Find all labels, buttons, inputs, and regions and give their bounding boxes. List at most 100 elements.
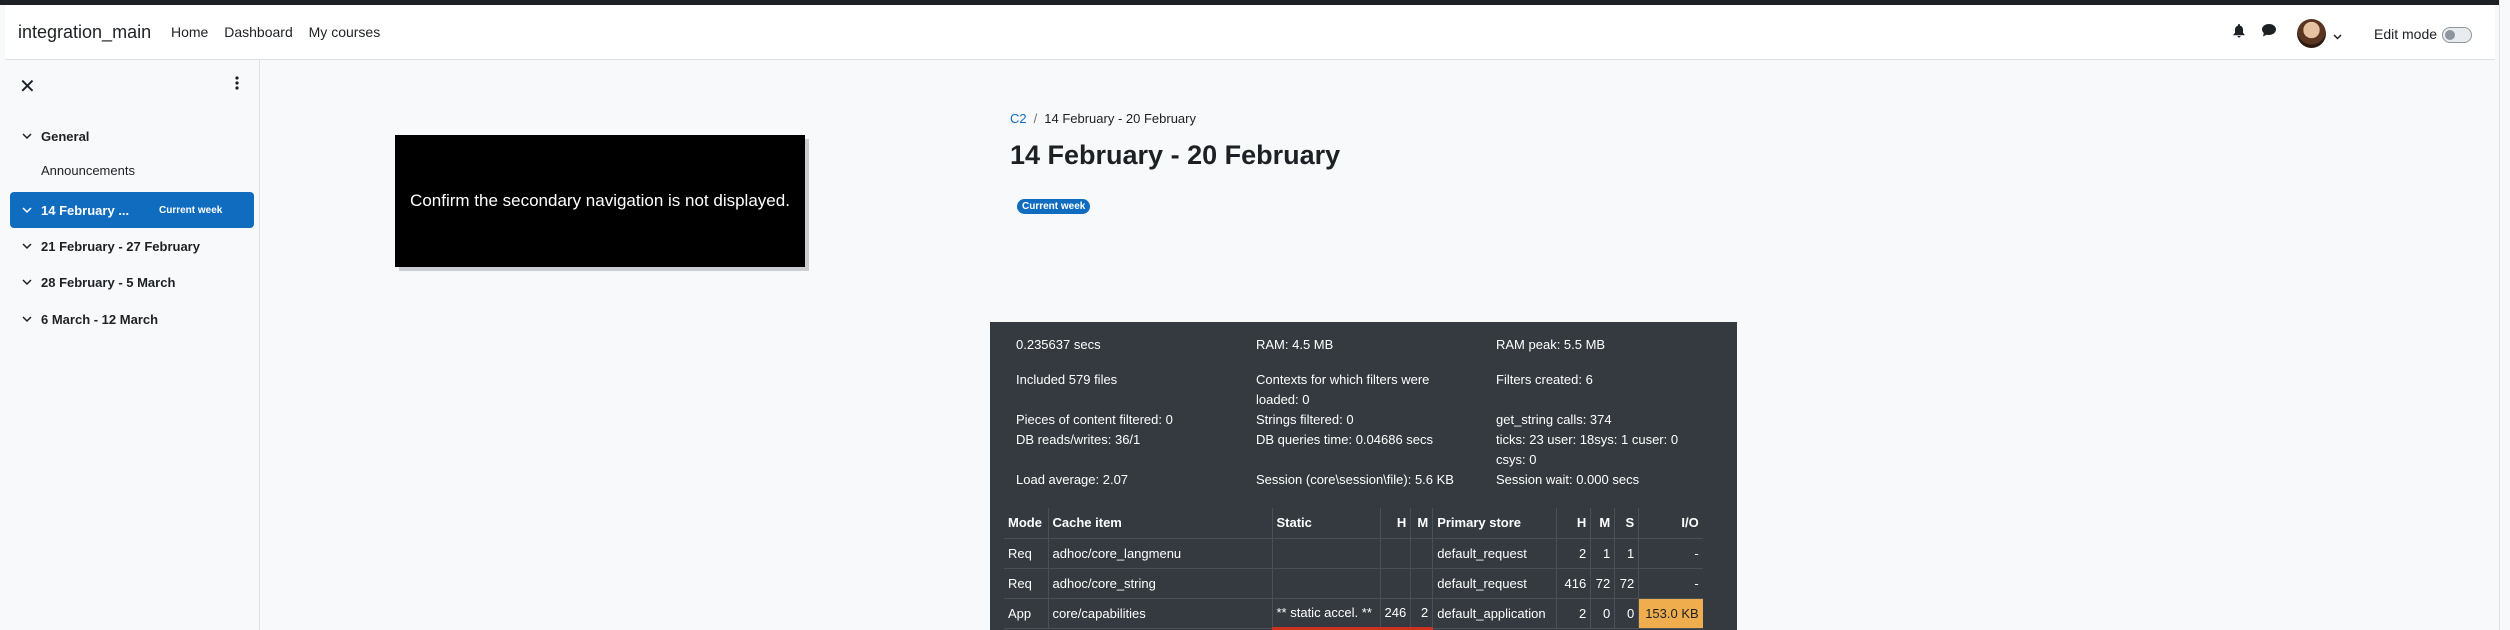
cell-store-misses: 72 xyxy=(1590,568,1616,599)
cell-cache-item: core/capabilities xyxy=(1048,598,1273,629)
cell-primary-store: default_application xyxy=(1432,598,1558,629)
page-title: 14 February - 20 February xyxy=(1010,140,1341,170)
section-6-march[interactable]: 6 March - 12 March xyxy=(5,312,258,330)
chevron-down-icon[interactable] xyxy=(22,239,32,256)
page-scrollbar-gutter[interactable] xyxy=(2499,0,2510,630)
cell-store-hits: 2 xyxy=(1556,538,1592,569)
perf-get-string: get_string calls: 374 xyxy=(1496,412,1612,427)
messages-chat-icon[interactable] xyxy=(2262,24,2276,42)
cell-static-hits xyxy=(1380,568,1412,599)
cell-store-sets: 72 xyxy=(1614,568,1640,599)
perf-load-average: Load average: 2.07 xyxy=(1016,472,1129,487)
cell-static xyxy=(1272,568,1381,599)
chevron-down-icon[interactable] xyxy=(22,203,32,222)
current-week-badge: Current week xyxy=(159,205,223,216)
perf-db-time: DB queries time: 0.04686 secs xyxy=(1256,432,1434,447)
section-28-feb[interactable]: 28 February - 5 March xyxy=(5,275,258,293)
chevron-down-icon[interactable] xyxy=(22,275,32,292)
table-row: App core/capabilities ** static accel. *… xyxy=(1004,598,1703,630)
cell-static-hits xyxy=(1380,538,1412,569)
cell-cache-item: adhoc/core_string xyxy=(1048,568,1273,599)
course-index-drawer: ✕ General Announcements 14 February ... … xyxy=(5,60,260,630)
col-store-misses: M xyxy=(1590,508,1616,539)
cell-static-misses: 2 xyxy=(1410,598,1434,630)
section-current-week[interactable]: 14 February ... Current week xyxy=(10,192,254,228)
col-store-hits: H xyxy=(1556,508,1592,539)
perf-time: 0.235637 secs xyxy=(1016,337,1101,352)
primary-navigation: Home Dashboard My courses xyxy=(171,24,392,40)
cell-primary-store: default_request xyxy=(1432,538,1558,569)
perf-filters-created: Filters created: 6 xyxy=(1496,372,1593,387)
perf-session-wait: Session wait: 0.000 secs xyxy=(1496,472,1640,487)
table-row: Req adhoc/core_langmenu default_request … xyxy=(1004,538,1703,569)
cell-store-hits: 2 xyxy=(1556,598,1592,629)
col-static: Static xyxy=(1272,508,1381,539)
cell-store-sets: 1 xyxy=(1614,538,1640,569)
col-store-sets: S xyxy=(1614,508,1640,539)
cell-io: - xyxy=(1638,538,1703,569)
section-label: 21 February - 27 February xyxy=(41,239,200,254)
cell-mode: Req xyxy=(1004,538,1049,569)
col-cache-item: Cache item xyxy=(1048,508,1273,539)
nav-dashboard-link[interactable]: Dashboard xyxy=(224,24,293,40)
close-drawer-icon[interactable]: ✕ xyxy=(19,74,36,99)
col-io: I/O xyxy=(1638,508,1703,539)
perf-ticks: ticks: 23 user: 18sys: 1 cuser: 0 csys: … xyxy=(1496,432,1679,467)
user-tour-step: Confirm the secondary navigation is not … xyxy=(395,135,805,267)
cell-static: ** static accel. ** xyxy=(1272,598,1381,630)
cell-store-sets: 0 xyxy=(1614,598,1640,629)
perf-db-reads: DB reads/writes: 36/1 xyxy=(1016,432,1141,447)
chevron-down-icon[interactable] xyxy=(22,129,32,146)
breadcrumb-current: 14 February - 20 February xyxy=(1044,111,1196,126)
perf-session-size: Session (core\session\file): 5.6 KB xyxy=(1256,472,1454,487)
section-label: 28 February - 5 March xyxy=(41,275,176,290)
section-label: General xyxy=(41,129,90,144)
breadcrumb-course-link[interactable]: C2 xyxy=(1010,111,1027,126)
site-name[interactable]: integration_main xyxy=(18,22,151,43)
user-avatar[interactable] xyxy=(2297,19,2326,48)
section-21-feb[interactable]: 21 February - 27 February xyxy=(5,239,258,257)
breadcrumb-separator: / xyxy=(1033,111,1038,126)
drawer-options-kebab-icon[interactable] xyxy=(235,76,239,95)
col-static-misses: M xyxy=(1410,508,1434,539)
edit-mode-label: Edit mode xyxy=(2374,26,2438,42)
section-label: 6 March - 12 March xyxy=(41,312,159,327)
section-general[interactable]: General xyxy=(5,129,258,147)
perf-strings-filtered: Strings filtered: 0 xyxy=(1256,412,1354,427)
table-header-row: Mode Cache item Static H M Primary store… xyxy=(1004,508,1703,539)
cell-store-misses: 0 xyxy=(1590,598,1616,629)
activity-announcements-link[interactable]: Announcements xyxy=(41,163,135,178)
cell-static-misses xyxy=(1410,568,1434,599)
cache-usage-table: Mode Cache item Static H M Primary store… xyxy=(1004,508,1703,630)
col-static-hits: H xyxy=(1380,508,1412,539)
cell-cache-item: adhoc/core_langmenu xyxy=(1048,538,1273,569)
current-week-badge: Current week xyxy=(1017,199,1091,214)
cell-mode: App xyxy=(1004,598,1049,629)
cell-primary-store: default_request xyxy=(1432,568,1558,599)
performance-info-panel: 0.235637 secs RAM: 4.5 MB RAM peak: 5.5 … xyxy=(990,322,1737,630)
chevron-down-icon[interactable] xyxy=(22,312,32,329)
table-row: Req adhoc/core_string default_request 41… xyxy=(1004,568,1703,599)
nav-my-courses-link[interactable]: My courses xyxy=(309,24,381,40)
nav-home-link[interactable]: Home xyxy=(171,24,208,40)
cell-static-hits: 246 xyxy=(1380,598,1412,630)
section-label: 14 February ... xyxy=(41,203,130,218)
cell-store-misses: 1 xyxy=(1590,538,1616,569)
breadcrumb: C2 / 14 February - 20 February xyxy=(1010,111,1196,126)
cell-io: - xyxy=(1638,568,1703,599)
cell-store-hits: 416 xyxy=(1556,568,1592,599)
edit-mode-toggle[interactable] xyxy=(2442,27,2472,43)
tour-step-text: Confirm the secondary navigation is not … xyxy=(410,191,790,210)
perf-contexts: Contexts for which filters were loaded: … xyxy=(1256,372,1430,407)
col-mode: Mode xyxy=(1004,508,1049,539)
perf-included-files: Included 579 files xyxy=(1016,372,1118,387)
cell-static-misses xyxy=(1410,538,1434,569)
notifications-bell-icon[interactable] xyxy=(2233,24,2245,43)
perf-content-filtered: Pieces of content filtered: 0 xyxy=(1016,412,1173,427)
perf-ram-peak: RAM peak: 5.5 MB xyxy=(1496,337,1606,352)
cell-io: 153.0 KB xyxy=(1638,598,1703,629)
user-menu-chevron-down-icon[interactable] xyxy=(2333,27,2342,45)
cell-mode: Req xyxy=(1004,568,1049,599)
perf-ram: RAM: 4.5 MB xyxy=(1256,337,1334,352)
cell-static xyxy=(1272,538,1381,569)
